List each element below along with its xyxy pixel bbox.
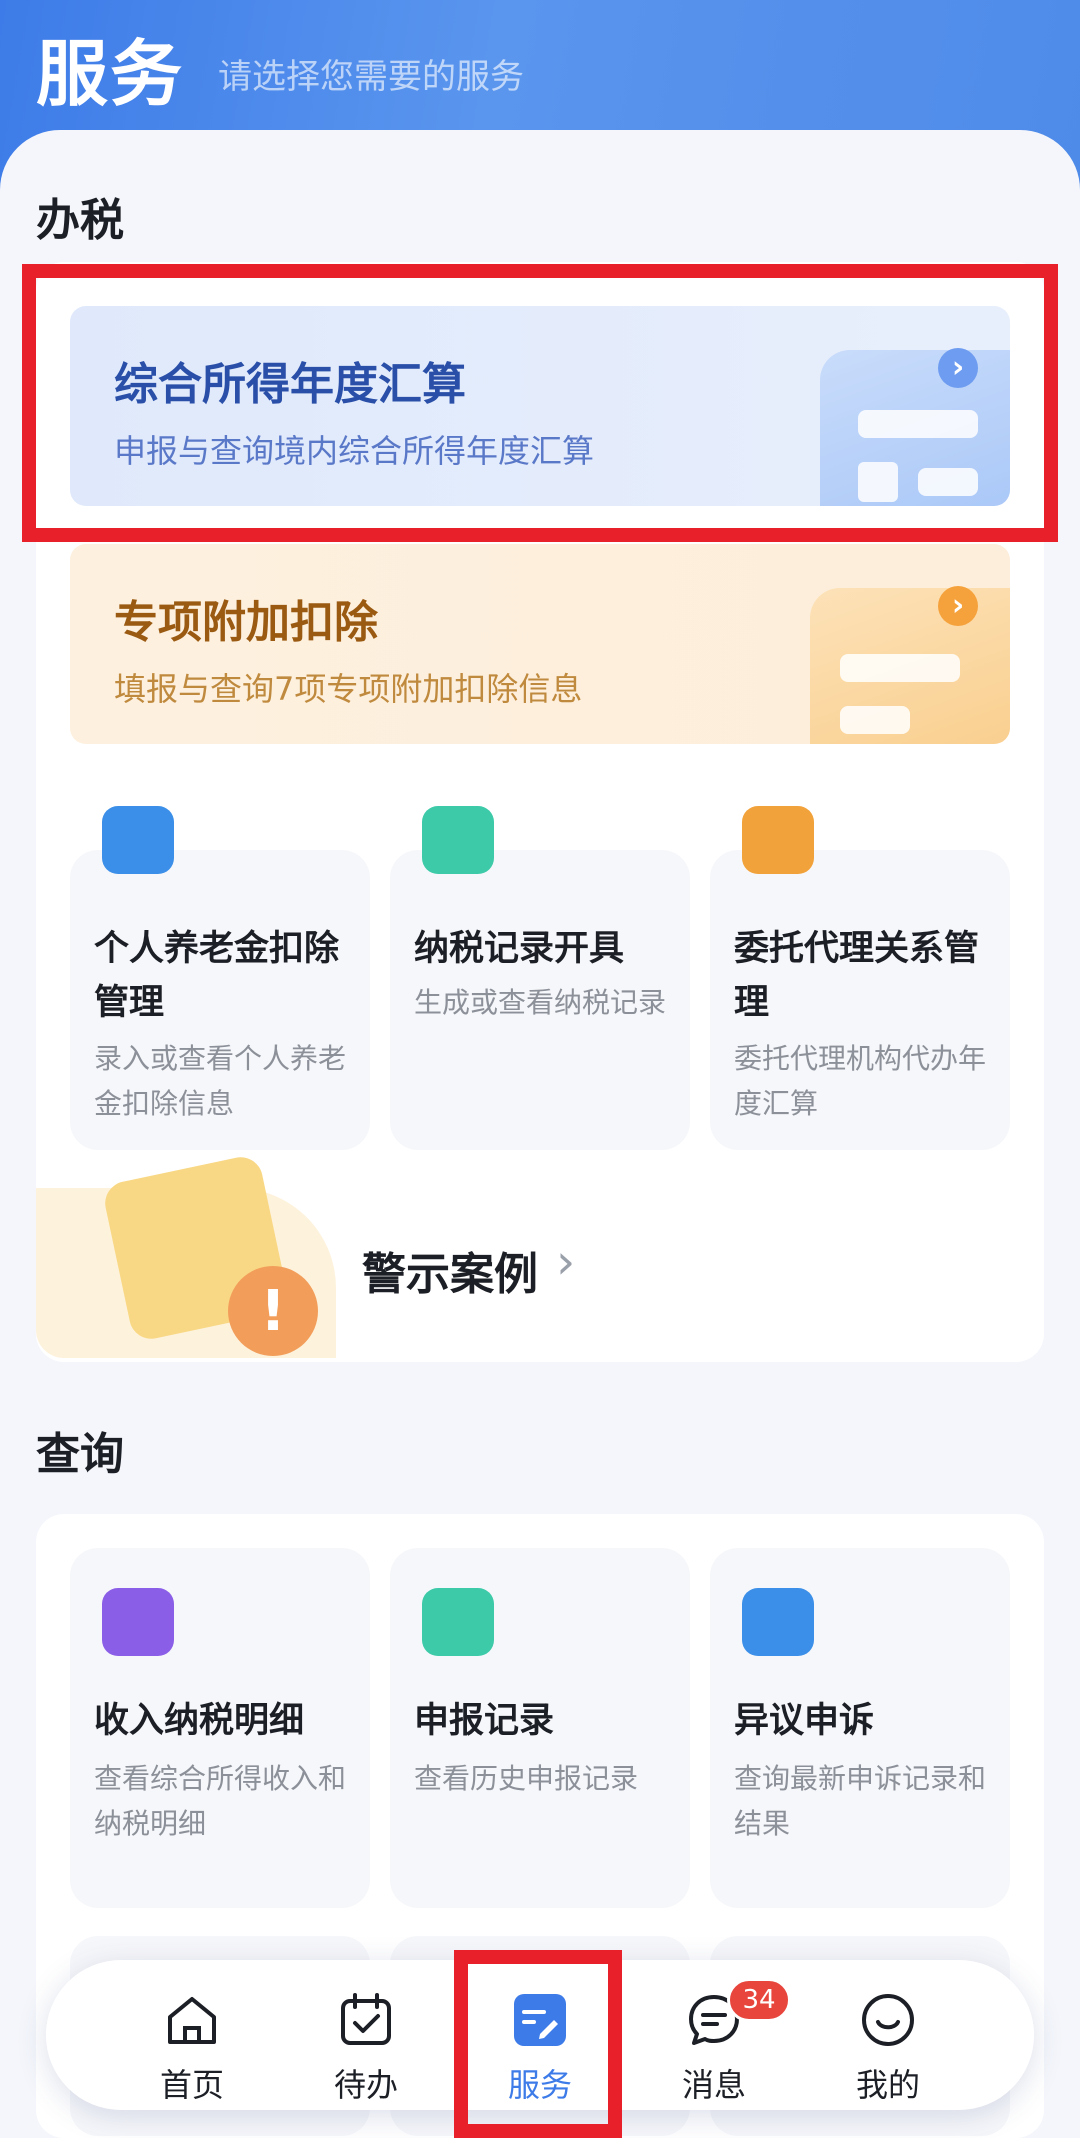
card-title: 纳税记录开具 xyxy=(414,929,625,969)
declaration-search-icon xyxy=(422,1588,494,1656)
tax-record-icon xyxy=(422,806,494,874)
card-desc: 生成或查看纳税记录 xyxy=(414,986,667,1019)
warning-case-label: 警示案例 xyxy=(362,1249,538,1300)
tab-messages[interactable]: 34 消息 xyxy=(639,1960,791,2110)
card-appeal[interactable]: 异议申诉 查询最新申诉记录和结果 xyxy=(710,1548,1010,1908)
card-income-detail[interactable]: 收入纳税明细 查看综合所得收入和纳税明细 xyxy=(70,1548,370,1908)
warning-case-row[interactable]: ! 警示案例 › xyxy=(36,1148,1044,1358)
page-title: 服务 xyxy=(36,32,185,116)
form-pen-illustration xyxy=(810,588,1010,744)
card-agency-management[interactable]: 委托代理关系管理 委托代理机构代办年度汇算 xyxy=(710,806,1010,1150)
section-title-tax: 办税 xyxy=(36,195,124,246)
card-title: 委托代理关系管理 xyxy=(734,929,980,1023)
section-title-query: 查询 xyxy=(36,1429,124,1480)
agency-icon xyxy=(742,806,814,874)
special-deduction-desc: 填报与查询7项专项附加扣除信息 xyxy=(114,670,583,708)
page-header: 服务 请选择您需要的服务 xyxy=(36,10,524,110)
card-title: 个人养老金扣除管理 xyxy=(94,929,340,1023)
page-subtitle: 请选择您需要的服务 xyxy=(218,57,525,97)
tab-home[interactable]: 首页 xyxy=(117,1960,267,2110)
tab-label: 我的 xyxy=(855,2066,920,2104)
tab-label: 首页 xyxy=(159,2066,224,2104)
card-title: 异议申诉 xyxy=(734,1701,875,1741)
tab-label: 消息 xyxy=(681,2066,746,2104)
highlight-box xyxy=(454,1950,622,2138)
appeal-folder-icon xyxy=(742,1588,814,1656)
income-wallet-icon xyxy=(102,1588,174,1656)
tab-todo[interactable]: 待办 xyxy=(291,1960,441,2110)
card-desc: 录入或查看个人养老金扣除信息 xyxy=(94,1042,347,1120)
card-pension-deduction[interactable]: 个人养老金扣除管理 录入或查看个人养老金扣除信息 xyxy=(70,806,370,1150)
special-deduction-banner[interactable]: 专项附加扣除 填报与查询7项专项附加扣除信息 › xyxy=(70,544,1010,744)
tab-profile[interactable]: 我的 xyxy=(813,1960,963,2110)
special-deduction-title: 专项附加扣除 xyxy=(114,597,378,648)
card-declaration-record[interactable]: 申报记录 查看历史申报记录 xyxy=(390,1548,690,1908)
calendar-check-icon xyxy=(341,1993,391,2045)
profile-icon xyxy=(862,1994,914,2046)
card-tax-record[interactable]: 纳税记录开具 生成或查看纳税记录 xyxy=(390,806,690,1150)
chevron-right-icon: › xyxy=(556,1234,576,1290)
card-desc: 查看综合所得收入和纳税明细 xyxy=(94,1762,347,1840)
chevron-right-icon: › xyxy=(938,586,978,626)
card-desc: 查询最新申诉记录和结果 xyxy=(734,1762,987,1840)
unread-badge: 34 xyxy=(727,1978,791,2022)
card-title: 申报记录 xyxy=(414,1701,555,1741)
pension-card-icon xyxy=(102,806,174,874)
tab-label: 待办 xyxy=(333,2066,398,2104)
highlight-box xyxy=(22,264,1058,542)
card-title: 收入纳税明细 xyxy=(94,1701,305,1741)
card-desc: 委托代理机构代办年度汇算 xyxy=(734,1042,987,1120)
home-icon xyxy=(168,1997,216,2044)
card-desc: 查看历史申报记录 xyxy=(414,1762,639,1795)
